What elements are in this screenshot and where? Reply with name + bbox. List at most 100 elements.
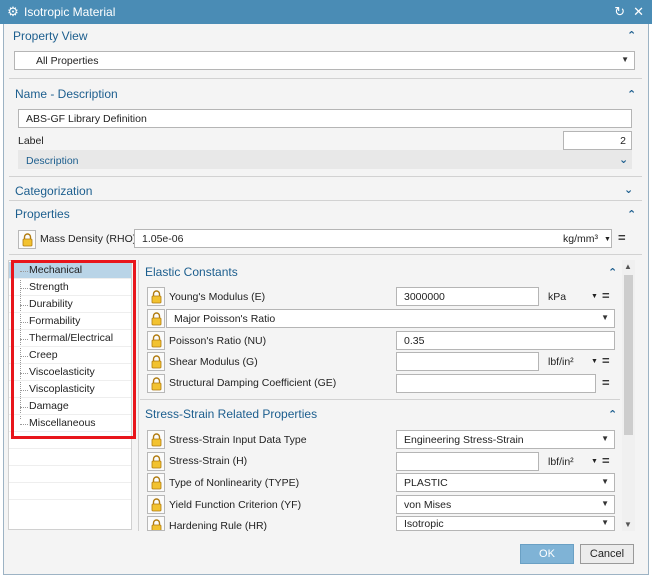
lock-icon[interactable] (147, 331, 165, 350)
scroll-up-icon[interactable]: ▲ (624, 262, 632, 271)
shear-modulus-unit[interactable]: lbf/in² (548, 356, 574, 368)
property-view-header[interactable]: Property View (13, 26, 87, 46)
lock-icon[interactable] (147, 309, 165, 328)
yield-criterion-select[interactable]: von Mises ▼ (396, 495, 615, 514)
lock-icon[interactable] (147, 473, 165, 492)
gear-icon[interactable]: ⚙ (2, 4, 24, 20)
nav-empty-row (9, 466, 131, 483)
description-header: Description (26, 155, 79, 167)
dropdown-arrow-icon: ▼ (601, 477, 609, 486)
dropdown-arrow-icon: ▼ (601, 434, 609, 443)
label-value: 2 (620, 134, 626, 147)
nonlinearity-select[interactable]: PLASTIC ▼ (396, 473, 615, 492)
damping-input[interactable] (396, 374, 596, 393)
dropdown-arrow-icon[interactable]: ▼ (591, 458, 598, 465)
poissons-ratio-input[interactable]: 0.35 (396, 331, 615, 350)
chevron-up-icon[interactable]: ⌃ (627, 208, 636, 221)
equals-icon[interactable]: = (602, 375, 610, 390)
stress-strain-h-unit[interactable]: lbf/in² (548, 456, 574, 468)
divider (9, 200, 642, 201)
dropdown-arrow-icon[interactable]: ▼ (604, 236, 611, 243)
poisson-type-value: Major Poisson's Ratio (174, 312, 276, 325)
stress-strain-h-label: Stress-Strain (H) (169, 455, 248, 467)
lock-icon[interactable] (147, 287, 165, 306)
shear-modulus-label: Shear Modulus (G) (169, 356, 258, 368)
dropdown-arrow-icon: ▼ (601, 313, 609, 322)
youngs-modulus-value: 3000000 (404, 290, 445, 303)
chevron-down-icon[interactable]: ⌄ (619, 153, 628, 166)
label-field[interactable]: 2 (563, 131, 632, 150)
scroll-thumb[interactable] (624, 275, 633, 435)
input-type-select[interactable]: Engineering Stress-Strain ▼ (396, 430, 615, 449)
divider (9, 254, 642, 255)
shear-modulus-input[interactable] (396, 352, 539, 371)
youngs-modulus-label: Young's Modulus (E) (169, 291, 266, 303)
lock-icon[interactable] (147, 430, 165, 449)
lock-icon[interactable] (147, 516, 165, 531)
highlight-box (11, 260, 136, 439)
reset-icon[interactable]: ↻ (614, 4, 625, 20)
hardening-rule-value: Isotropic (404, 517, 444, 530)
nonlinearity-value: PLASTIC (404, 476, 448, 489)
name-value: ABS-GF Library Definition (26, 112, 147, 125)
mass-density-input[interactable]: 1.05e-06 (134, 229, 612, 248)
youngs-modulus-input[interactable]: 3000000 (396, 287, 539, 306)
divider (9, 176, 642, 177)
equals-icon[interactable]: = (602, 353, 610, 368)
mass-density-label: Mass Density (RHO) (40, 233, 137, 245)
lock-icon[interactable] (147, 495, 165, 514)
description-row[interactable] (18, 150, 632, 169)
chevron-up-icon[interactable]: ⌃ (627, 29, 636, 42)
categorization-header[interactable]: Categorization (15, 181, 92, 201)
cancel-button[interactable]: Cancel (580, 544, 634, 564)
title-bar: ⚙ Isotropic Material ↻ ✕ (0, 0, 652, 24)
stress-strain-h-input[interactable] (396, 452, 539, 471)
property-view-selected: All Properties (36, 54, 99, 67)
dropdown-arrow-icon[interactable]: ▼ (591, 358, 598, 365)
equals-icon[interactable]: = (618, 230, 626, 245)
divider (9, 78, 642, 79)
scroll-down-icon[interactable]: ▼ (624, 520, 632, 529)
lock-icon[interactable] (147, 352, 165, 371)
hardening-rule-select[interactable]: Isotropic ▼ (396, 516, 615, 531)
close-icon[interactable]: ✕ (633, 4, 644, 20)
input-type-value: Engineering Stress-Strain (404, 433, 524, 446)
divider (140, 399, 620, 400)
input-type-label: Stress-Strain Input Data Type (169, 434, 307, 446)
yield-criterion-label: Yield Function Criterion (YF) (169, 499, 302, 511)
dropdown-arrow-icon: ▼ (621, 55, 629, 64)
ok-button[interactable]: OK (520, 544, 574, 564)
youngs-modulus-unit[interactable]: kPa (548, 291, 566, 303)
vertical-scrollbar[interactable]: ▲ ▼ (622, 260, 635, 531)
nav-empty-row (9, 483, 131, 500)
lock-icon[interactable] (147, 374, 165, 393)
dropdown-arrow-icon[interactable]: ▼ (591, 293, 598, 300)
elastic-constants-header[interactable]: Elastic Constants (145, 262, 238, 282)
dropdown-arrow-icon: ▼ (601, 518, 609, 527)
chevron-up-icon[interactable]: ⌃ (608, 408, 617, 421)
chevron-up-icon[interactable]: ⌃ (608, 266, 617, 279)
mass-density-value: 1.05e-06 (142, 232, 184, 245)
chevron-down-icon[interactable]: ⌄ (624, 183, 633, 196)
hardening-rule-label: Hardening Rule (HR) (169, 520, 268, 532)
lock-icon[interactable] (18, 230, 36, 249)
lock-icon[interactable] (147, 452, 165, 471)
label-caption: Label (18, 135, 44, 147)
stress-strain-header[interactable]: Stress-Strain Related Properties (145, 404, 317, 424)
dropdown-arrow-icon: ▼ (601, 499, 609, 508)
name-field[interactable]: ABS-GF Library Definition (18, 109, 632, 128)
nav-empty-row (9, 449, 131, 466)
chevron-up-icon[interactable]: ⌃ (627, 88, 636, 101)
name-description-header[interactable]: Name - Description (15, 84, 118, 104)
yield-criterion-value: von Mises (404, 498, 452, 511)
property-view-select[interactable]: All Properties ▼ (14, 51, 635, 70)
nonlinearity-label: Type of Nonlinearity (TYPE) (169, 477, 300, 489)
equals-icon[interactable]: = (602, 288, 610, 303)
poissons-ratio-label: Poisson's Ratio (NU) (169, 335, 267, 347)
poisson-type-select[interactable]: Major Poisson's Ratio ▼ (166, 309, 615, 328)
damping-label: Structural Damping Coefficient (GE) (169, 377, 337, 389)
mass-density-unit[interactable]: kg/mm³ (563, 233, 598, 245)
equals-icon[interactable]: = (602, 453, 610, 468)
properties-header[interactable]: Properties (15, 204, 70, 224)
poissons-ratio-value: 0.35 (404, 334, 425, 347)
